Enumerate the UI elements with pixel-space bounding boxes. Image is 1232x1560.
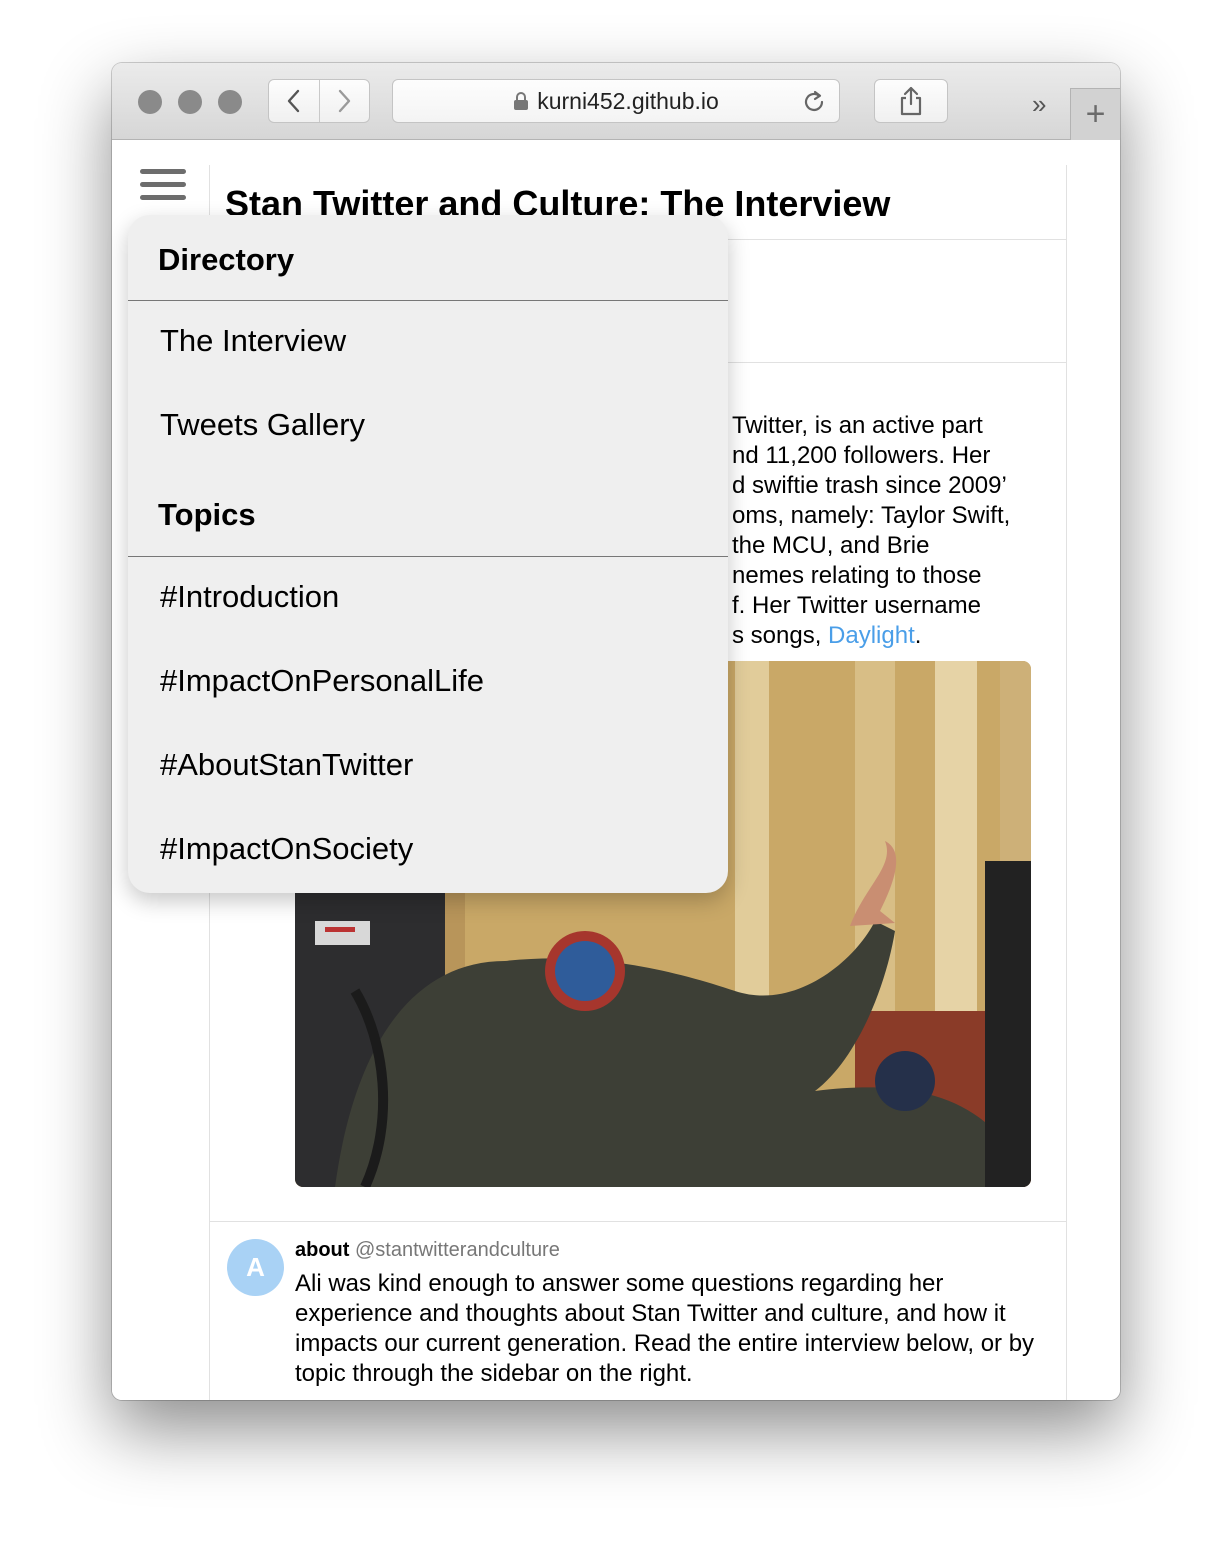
toolbar-overflow-button[interactable]: » [1032, 89, 1047, 120]
avatar[interactable]: A [227, 1239, 284, 1296]
menu-item-impact-on-personal-life[interactable]: #ImpactOnPersonalLife [160, 663, 484, 699]
minimize-window-button[interactable] [178, 90, 202, 114]
tweet-author-handle[interactable]: @stantwitterandculture [355, 1239, 560, 1261]
tweet-divider [210, 1221, 1066, 1222]
browser-toolbar: kurni452.github.io » + [112, 63, 1120, 140]
nav-buttons [268, 79, 370, 123]
chevron-right-icon [339, 89, 351, 113]
share-button[interactable] [874, 79, 948, 123]
directory-dropdown-menu: Directory The Interview Tweets Gallery T… [128, 215, 728, 893]
chevron-left-icon [287, 89, 299, 113]
forward-button[interactable] [318, 80, 370, 122]
menu-item-impact-on-society[interactable]: #ImpactOnSociety [160, 831, 413, 867]
close-window-button[interactable] [138, 90, 162, 114]
menu-item-the-interview[interactable]: The Interview [160, 323, 346, 359]
daylight-link[interactable]: Daylight [828, 622, 915, 649]
reload-icon[interactable] [801, 89, 827, 115]
menu-item-about-stan-twitter[interactable]: #AboutStanTwitter [160, 747, 413, 783]
share-icon [900, 86, 922, 116]
menu-section-topics: Topics [158, 497, 256, 532]
new-tab-button[interactable]: + [1070, 88, 1120, 140]
menu-item-introduction[interactable]: #Introduction [160, 579, 339, 615]
url-text: kurni452.github.io [537, 87, 719, 114]
menu-section-directory: Directory [158, 242, 295, 277]
zoom-window-button[interactable] [218, 90, 242, 114]
back-button[interactable] [269, 80, 319, 122]
menu-divider [128, 556, 728, 557]
hamburger-menu-icon[interactable] [140, 169, 186, 208]
tweet-author-name[interactable]: about [295, 1239, 349, 1261]
address-bar[interactable]: kurni452.github.io [392, 79, 840, 123]
tweet-body: Ali was kind enough to answer some quest… [295, 1270, 1035, 1387]
lock-icon [514, 92, 529, 110]
menu-divider [128, 300, 728, 301]
menu-item-tweets-gallery[interactable]: Tweets Gallery [160, 407, 365, 443]
tweet-header: about @stantwitterandculture [295, 1239, 560, 1262]
